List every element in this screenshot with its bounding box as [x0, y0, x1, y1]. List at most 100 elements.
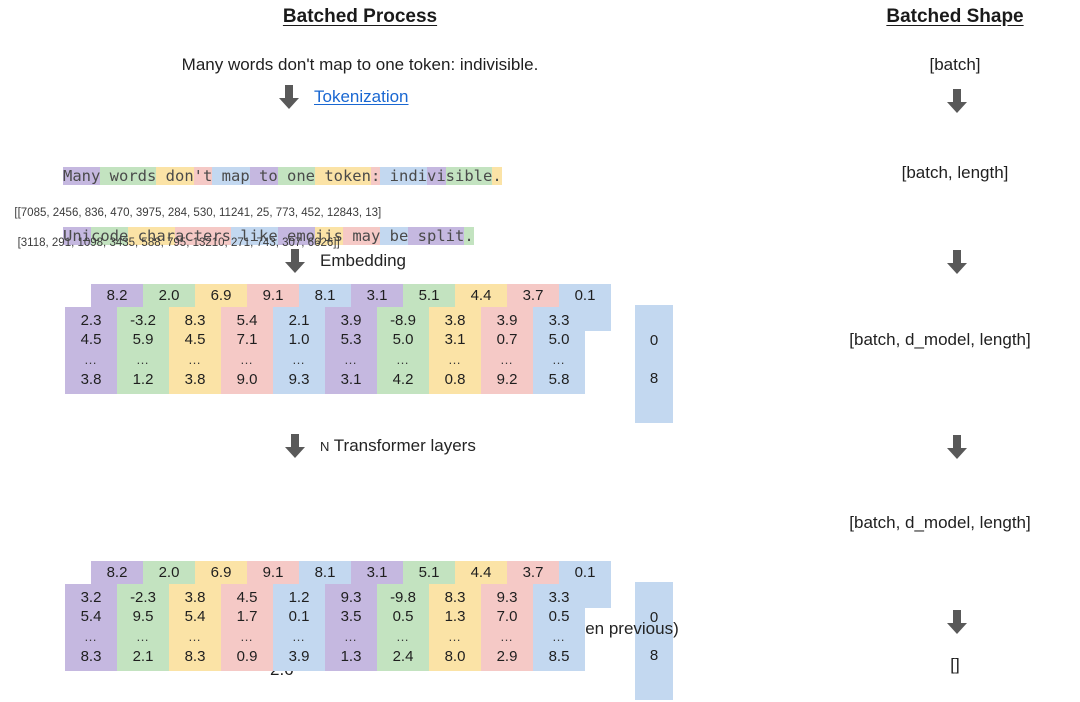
matrix-cell: 8.1	[314, 564, 336, 581]
matrix-cell: …	[188, 352, 202, 367]
transformer-layers-label: N Transformer layers	[320, 436, 476, 456]
matrix-cell: …	[292, 352, 306, 367]
matrix-cell: 5.1	[418, 564, 440, 581]
matrix-cell: 3.9	[496, 312, 518, 329]
matrix-column: -8.9 5.0 … 4.2	[377, 307, 429, 394]
matrix-cell: 4.5	[236, 589, 258, 606]
token-chip: Many	[63, 167, 101, 185]
matrix-cell: …	[500, 352, 514, 367]
matrix-cell: …	[240, 629, 254, 644]
matrix-cell: …	[552, 352, 566, 367]
matrix-cell: 5.4	[184, 608, 206, 625]
tokenized-line-1: Many words don't map to one token: indiv…	[63, 166, 502, 186]
matrix-cell: 9.1	[262, 564, 284, 581]
matrix-cell: 8.3	[444, 589, 466, 606]
token-chip: split	[408, 227, 465, 245]
down-arrow-icon	[284, 433, 306, 459]
matrix-cell: …	[84, 629, 98, 644]
matrix-cell: 1.3	[444, 608, 466, 625]
matrix-cell: …	[552, 629, 566, 644]
matrix-cell: …	[500, 629, 514, 644]
matrix-cell: 9.1	[262, 287, 284, 304]
matrix-cell: 5.1	[418, 287, 440, 304]
token-chip: token	[314, 167, 371, 185]
matrix-cell: 3.5	[340, 608, 362, 625]
matrix-cell: 3.8	[80, 371, 102, 388]
matrix-cell: 5.0	[548, 331, 570, 348]
token-chip: be	[380, 227, 409, 245]
token-chip: indi	[380, 167, 427, 185]
matrix-cell: 3.3	[548, 589, 570, 606]
token-ids: [[7085, 2456, 836, 470, 3975, 284, 530, …	[8, 191, 381, 251]
step-transformer-layers: N Transformer layers	[284, 433, 476, 459]
matrix-cell: 8.3	[184, 312, 206, 329]
token-chip: :	[370, 167, 381, 185]
matrix-cell: 3.3	[548, 312, 570, 329]
matrix-cell: 7.0	[496, 608, 518, 625]
matrix-cell: …	[292, 629, 306, 644]
token-chip: one	[277, 167, 315, 185]
matrix-cell: 4.5	[184, 331, 206, 348]
transformer-matrix-front-layer: 3.2 5.4 … 8.3 -2.3 9.5 … 2.1 3.8 5.4 … 8.3 4.5 1.7 … 0.…	[65, 584, 1080, 671]
matrix-cell: 1.0	[288, 331, 310, 348]
matrix-column: 8.3 1.3 … 8.0	[429, 584, 481, 671]
right-arrow-1	[946, 88, 968, 114]
matrix-cell: 0.1	[574, 287, 596, 304]
matrix-cell: 3.8	[184, 371, 206, 388]
matrix-column: 3.9 5.3 … 3.1	[325, 307, 377, 394]
matrix-cell: 5.9	[132, 331, 154, 348]
matrix-cell: 9.0	[236, 371, 258, 388]
matrix-column: 8.3 4.5 … 3.8	[169, 307, 221, 394]
matrix-cell: …	[84, 352, 98, 367]
matrix-cell: 3.8	[444, 312, 466, 329]
down-arrow-icon	[284, 248, 306, 274]
embedding-matrix-front-layer: 2.3 4.5 … 3.8 -3.2 5.9 … 1.2 8.3 4.5 … 3.8 5.4 7.1 … 9.…	[65, 307, 1080, 394]
matrix-cell: 1.7	[236, 608, 258, 625]
matrix-cell: 9.3	[340, 589, 362, 606]
right-arrow-3	[946, 434, 968, 460]
matrix-cell: 6.9	[210, 564, 232, 581]
matrix-cell: 0.8	[444, 371, 466, 388]
step-tokenization: Tokenization	[278, 84, 409, 110]
embedding-label: Embedding	[320, 251, 407, 270]
matrix-cell: 5.0	[392, 331, 414, 348]
matrix-cell: 1.2	[288, 589, 310, 606]
matrix-cell: …	[448, 629, 462, 644]
matrix-cell: 0.1	[574, 564, 596, 581]
matrix-cell: 9.5	[132, 608, 154, 625]
down-arrow-icon	[946, 434, 968, 460]
matrix-cell: …	[396, 352, 410, 367]
matrix-cell: 2.1	[288, 312, 310, 329]
matrix-cell: 7.1	[236, 331, 258, 348]
matrix-cell: 1.3	[340, 648, 362, 665]
token-chip: sible	[445, 167, 493, 185]
matrix-cell: 3.2	[80, 589, 102, 606]
embedding-matrix: 0 8 8.2 2.0 6.9 9.1 8.1 3.1 5.1 4.4 3.7 0.1 2.3 4.…	[65, 284, 1080, 423]
matrix-cell: 1.2	[132, 371, 154, 388]
matrix-cell: -2.3	[130, 589, 156, 606]
matrix-cell: 8.5	[548, 648, 570, 665]
matrix-column: 3.9 0.7 … 9.2	[481, 307, 533, 394]
matrix-cell: 0.1	[288, 608, 310, 625]
matrix-cell: 2.0	[158, 564, 180, 581]
matrix-column: 3.3 0.5 … 8.5	[533, 584, 585, 671]
matrix-cell: …	[448, 352, 462, 367]
shape-label-batch: [batch]	[929, 55, 981, 74]
matrix-cell: …	[136, 352, 150, 367]
down-arrow-icon	[946, 88, 968, 114]
matrix-cell: -3.2	[130, 312, 156, 329]
matrix-cell: 2.4	[392, 648, 414, 665]
transformer-layer-count: N	[320, 439, 330, 454]
matrix-column: -3.2 5.9 … 1.2	[117, 307, 169, 394]
matrix-cell: 0.5	[392, 608, 414, 625]
matrix-cell: 5.4	[80, 608, 102, 625]
matrix-column: 1.2 0.1 … 3.9	[273, 584, 325, 671]
matrix-column: 9.3 7.0 … 2.9	[481, 584, 533, 671]
matrix-cell: 4.2	[392, 371, 414, 388]
matrix-cell: 3.9	[340, 312, 362, 329]
tokenization-link[interactable]: Tokenization	[314, 87, 409, 107]
right-arrow-2	[946, 249, 968, 275]
token-chip: words	[100, 167, 157, 185]
matrix-cell: 5.8	[548, 371, 570, 388]
matrix-column: 3.3 5.0 … 5.8	[533, 307, 585, 394]
